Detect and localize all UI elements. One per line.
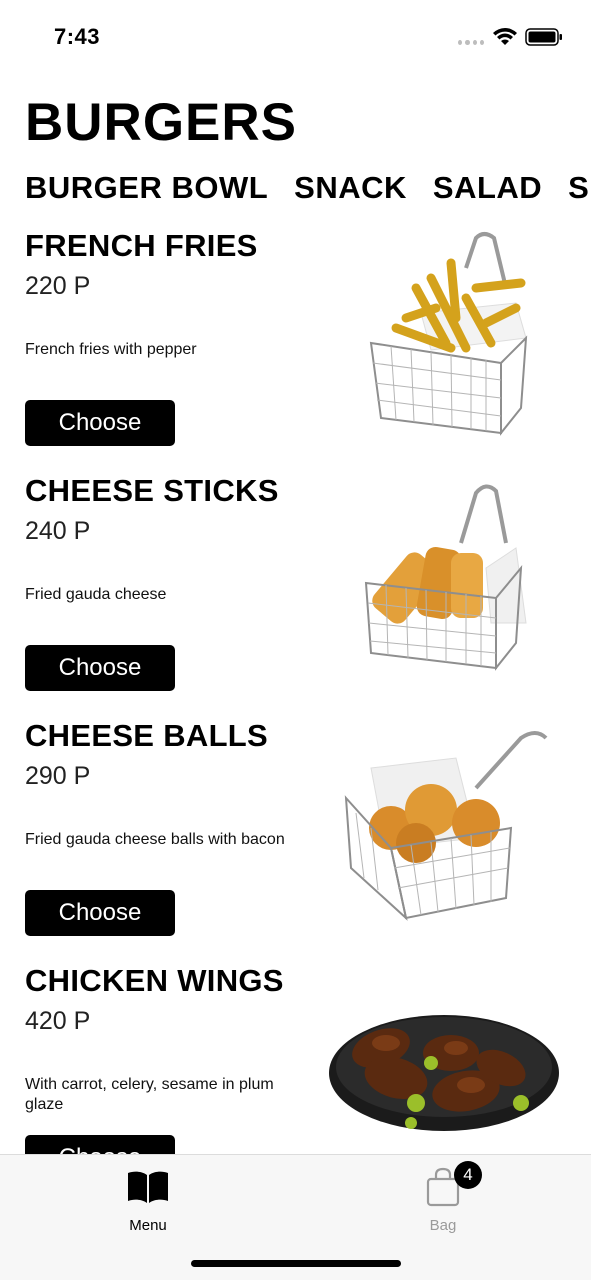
category-tab-burger-bowl[interactable]: BURGER BOWL: [25, 170, 268, 206]
product-price: 240 P: [25, 517, 91, 545]
category-tab-salad[interactable]: SALAD: [433, 170, 542, 206]
tab-menu[interactable]: Menu: [88, 1163, 208, 1234]
product-price: 290 P: [25, 762, 91, 790]
category-tab-snack[interactable]: SNACK: [294, 170, 407, 206]
wifi-icon: [493, 28, 517, 45]
choose-button[interactable]: Choose: [25, 645, 175, 691]
category-nav: BURGER BOWL SNACK SALAD S: [25, 170, 591, 212]
cellular-signal-icon: [458, 40, 484, 46]
product-card: CHICKEN WINGS 420 P With carrot, celery,…: [0, 957, 591, 1154]
product-card: CHEESE STICKS 240 P Fried gauda cheese C…: [0, 467, 591, 712]
choose-button[interactable]: Choose: [25, 890, 175, 936]
product-description: With carrot, celery, sesame in plum glaz…: [25, 1076, 274, 1113]
product-description: French fries with pepper: [25, 341, 197, 358]
tab-menu-label: Menu: [129, 1217, 167, 1234]
product-name: CHICKEN WINGS: [25, 963, 284, 998]
product-name: CHEESE STICKS: [25, 473, 279, 508]
battery-icon: [525, 28, 562, 46]
open-book-icon: [128, 1171, 168, 1203]
choose-button[interactable]: Choose: [25, 1135, 175, 1154]
chicken-wings-image: [329, 1015, 559, 1131]
status-time: 7:43: [54, 24, 101, 49]
product-price: 220 P: [25, 272, 91, 300]
choose-button[interactable]: Choose: [25, 400, 175, 446]
product-price: 420 P: [25, 1007, 91, 1035]
page-title: BURGERS: [25, 93, 298, 152]
home-indicator: [191, 1260, 401, 1267]
product-name: CHEESE BALLS: [25, 718, 269, 753]
bag-count-badge: 4: [454, 1161, 482, 1189]
cheese-balls-image: [344, 731, 548, 921]
product-name: FRENCH FRIES: [25, 228, 258, 263]
tab-bag-label: Bag: [429, 1217, 457, 1234]
product-card: CHEESE BALLS 290 P Fried gauda cheese ba…: [0, 712, 591, 957]
category-tab-next[interactable]: S: [568, 170, 589, 206]
product-description: Fried gauda cheese balls with bacon: [25, 831, 285, 848]
product-card: FRENCH FRIES 220 P French fries with pep…: [0, 222, 591, 467]
product-description: Fried gauda cheese: [25, 586, 167, 603]
status-bar: 7:43: [0, 0, 591, 72]
french-fries-image: [369, 232, 528, 436]
tab-bag[interactable]: 4 Bag: [383, 1161, 503, 1234]
cheese-sticks-image: [364, 484, 527, 671]
product-list: FRENCH FRIES 220 P French fries with pep…: [0, 222, 591, 1154]
